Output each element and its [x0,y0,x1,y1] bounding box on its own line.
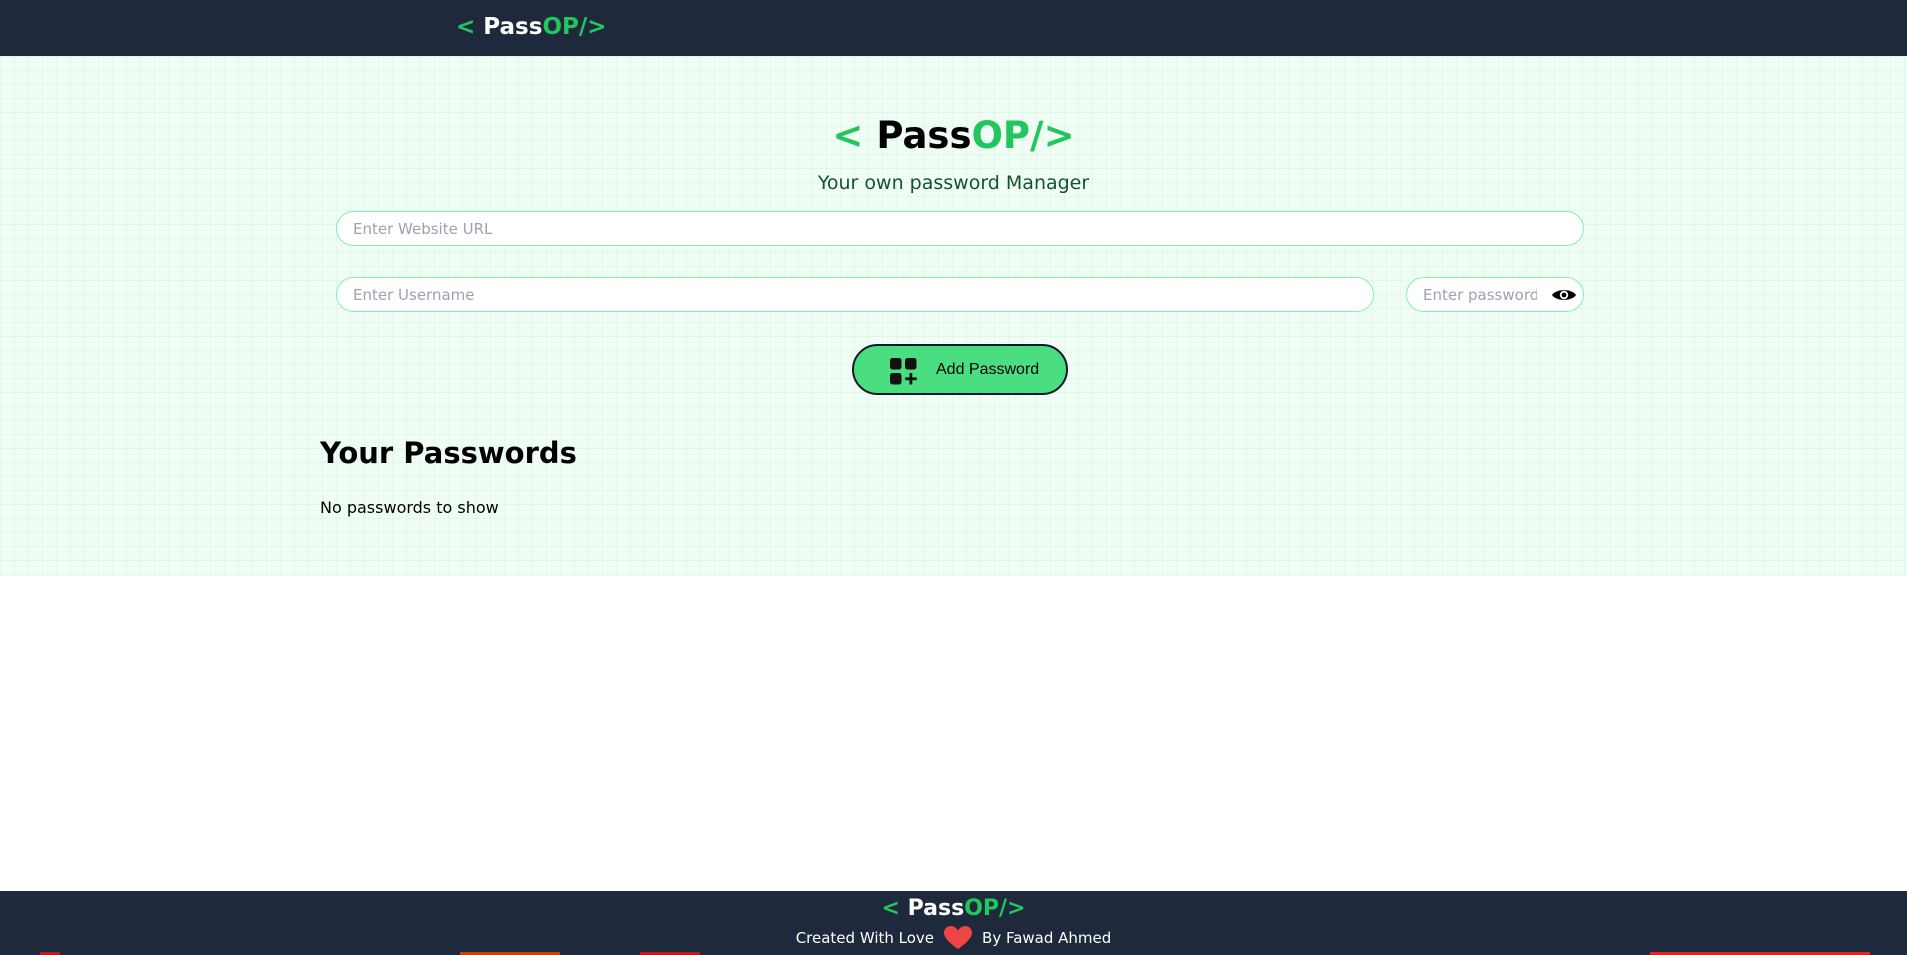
logo-op-text: OP/ [542,14,588,40]
page-subtitle: Your own password Manager [817,172,1090,194]
logo-close-bracket: > [587,14,607,40]
logo-open-bracket: < [832,114,864,157]
website-url-input[interactable] [336,211,1584,246]
navbar: < PassOP/> [0,0,1907,56]
heart-icon [944,926,973,949]
logo-pass-text: Pass [907,896,965,921]
add-password-button[interactable]: Add Password [852,344,1068,395]
logo-pass-text: Pass [876,114,972,157]
username-input[interactable] [336,277,1374,312]
logo-close-bracket: > [1007,896,1026,921]
logo-open-bracket: < [456,14,476,40]
logo-pass-text: Pass [483,14,543,40]
logo-op-text: OP/ [964,896,1008,921]
grid-add-icon [890,358,917,385]
empty-passwords-text: No passwords to show [320,498,499,517]
author-text: By Fawad Ahmed [982,929,1112,947]
footer: < PassOP/> Created With Love By Fawad Ah… [0,891,1907,955]
footer-logo: < PassOP/> [0,896,1907,921]
your-passwords-heading: Your Passwords [320,436,577,470]
logo-op-text: OP/ [971,114,1044,157]
logo-open-bracket: < [881,896,900,921]
main-logo: < PassOP/> [0,114,1907,157]
add-password-label: Add Password [936,361,1040,378]
footer-credit: Created With Love By Fawad Ahmed [0,926,1907,950]
eye-icon[interactable] [1551,287,1577,303]
navbar-logo[interactable]: < PassOP/> [456,14,607,40]
created-with-love-text: Created With Love [795,929,935,947]
logo-close-bracket: > [1043,114,1075,157]
